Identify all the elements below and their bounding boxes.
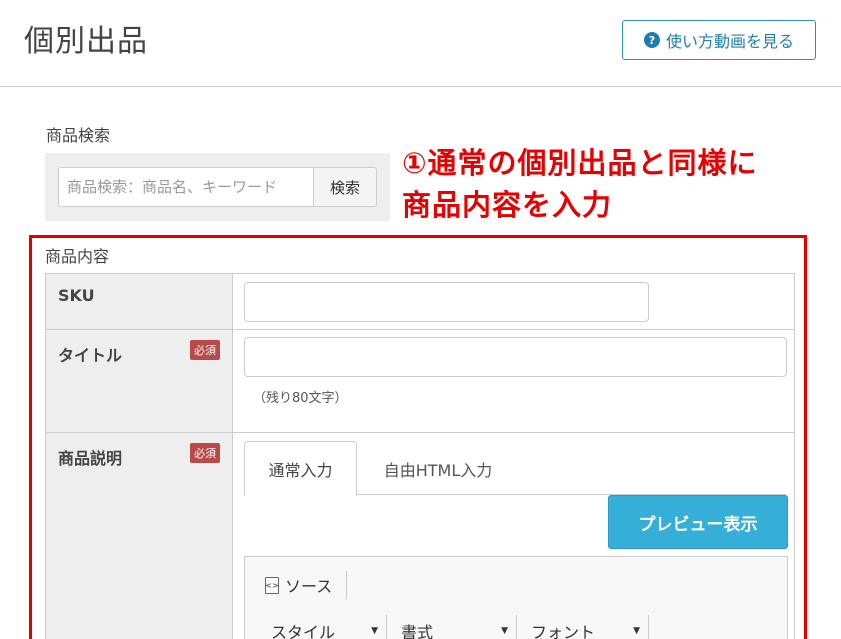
header-divider — [0, 86, 841, 87]
chevron-down-icon: ▼ — [501, 626, 508, 636]
description-label-cell: 商品説明 必須 — [46, 433, 233, 639]
title-required-badge: 必須 — [190, 340, 220, 360]
font-dropdown-label: フォント — [531, 623, 596, 639]
title-input[interactable] — [244, 337, 787, 377]
product-form-table: SKU タイトル 必須 （残り80文字） 商品説明 必須 通常入力 自由HTML… — [45, 273, 795, 639]
sku-input[interactable] — [244, 282, 649, 322]
product-content-label: 商品内容 — [45, 247, 110, 266]
chevron-down-icon: ▼ — [633, 626, 640, 636]
chevron-down-icon: ▼ — [371, 626, 378, 636]
title-row: タイトル 必須 （残り80文字） — [46, 330, 794, 433]
product-search-panel: 検索 — [45, 153, 390, 221]
format-dropdown[interactable]: 書式 ▼ — [395, 615, 517, 639]
page-title: 個別出品 — [24, 24, 148, 59]
title-remaining-chars: （残り80文字） — [253, 391, 348, 406]
source-button[interactable]: <> ソース — [265, 571, 348, 599]
title-label-cell: タイトル 必須 — [46, 330, 233, 432]
style-dropdown[interactable]: スタイル ▼ — [265, 615, 387, 639]
help-button-label: 使い方動画を見る — [665, 32, 794, 51]
source-code-icon: <> — [265, 576, 279, 594]
style-dropdown-label: スタイル — [271, 623, 336, 639]
description-input-tabs: 通常入力 自由HTML入力 — [244, 441, 786, 496]
source-label: ソース — [285, 577, 333, 596]
tab-normal-input[interactable]: 通常入力 — [244, 441, 357, 496]
watch-tutorial-video-button[interactable]: ? 使い方動画を見る — [622, 20, 816, 60]
search-button[interactable]: 検索 — [313, 167, 377, 207]
tab-free-html-input[interactable]: 自由HTML入力 — [372, 441, 504, 496]
font-dropdown[interactable]: フォント ▼ — [525, 615, 649, 639]
sku-label: SKU — [58, 286, 95, 305]
description-label: 商品説明 — [58, 449, 123, 468]
instruction-annotation: ①通常の個別出品と同様に 商品内容を入力 — [402, 142, 758, 226]
title-label: タイトル — [58, 346, 123, 365]
product-search-input[interactable] — [58, 167, 314, 207]
product-search-label: 商品検索 — [46, 126, 111, 145]
annotation-line-2: 商品内容を入力 — [402, 188, 613, 222]
description-required-badge: 必須 — [190, 443, 220, 463]
sku-label-cell: SKU — [46, 274, 233, 329]
rich-text-editor: <> ソース スタイル ▼ 書式 ▼ フォント ▼ — [244, 556, 788, 639]
format-dropdown-label: 書式 — [401, 623, 434, 639]
annotation-line-1: ①通常の個別出品と同様に — [402, 146, 758, 180]
sku-row: SKU — [46, 274, 794, 330]
preview-button[interactable]: プレビュー表示 — [608, 495, 788, 549]
question-circle-icon: ? — [643, 32, 660, 48]
description-row: 商品説明 必須 通常入力 自由HTML入力 プレビュー表示 <> ソース スタイ… — [46, 433, 794, 639]
